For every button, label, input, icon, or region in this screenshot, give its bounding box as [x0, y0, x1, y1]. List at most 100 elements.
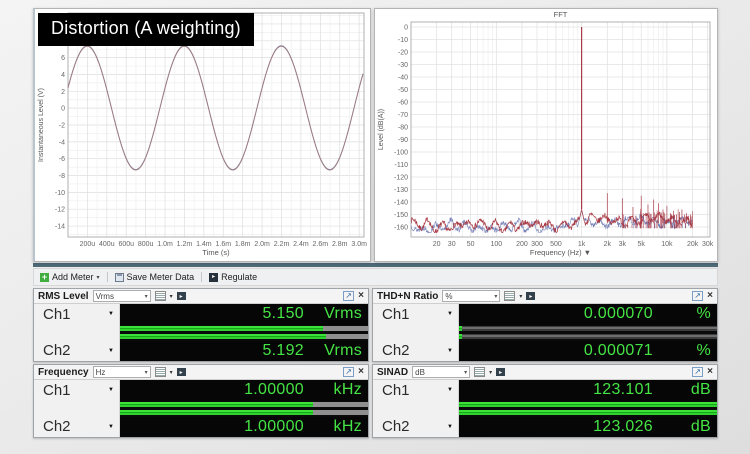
meter-value: 5.192: [262, 342, 304, 360]
svg-text:-40: -40: [398, 75, 408, 82]
svg-text:200u: 200u: [80, 241, 96, 248]
chevron-down-icon: ▾: [170, 369, 173, 376]
chevron-down-icon: ▼: [108, 424, 114, 430]
meter-settings-icon[interactable]: ▸: [177, 292, 186, 300]
svg-text:2.2m: 2.2m: [274, 241, 290, 248]
window-splitter[interactable]: [33, 263, 718, 267]
svg-text:-12: -12: [55, 207, 65, 214]
svg-text:1k: 1k: [578, 241, 586, 248]
ch1-level-bar: [459, 326, 717, 331]
chevron-down-icon: ▾: [145, 369, 148, 376]
popout-icon[interactable]: ↗: [343, 367, 354, 377]
add-meter-button[interactable]: + Add Meter ▾: [38, 272, 102, 282]
channel-selector-ch1[interactable]: Ch1 ▼: [34, 304, 120, 325]
svg-text:200: 200: [516, 241, 528, 248]
meter-header: SINAD dB ▾ ▾ ▸ ↗ ×: [373, 365, 717, 380]
meter-value: 5.150: [262, 305, 304, 323]
unit-selector-value: dB: [415, 368, 425, 377]
popout-icon[interactable]: ↗: [692, 367, 703, 377]
meter-unit: %: [653, 305, 711, 323]
meter-display-options-icon[interactable]: [474, 367, 485, 377]
popout-icon[interactable]: ↗: [692, 291, 703, 301]
chevron-down-icon: ▾: [464, 369, 467, 376]
svg-text:Frequency (Hz) ▼: Frequency (Hz) ▼: [530, 248, 591, 257]
unit-selector[interactable]: Vrms ▾: [93, 290, 151, 302]
svg-text:800u: 800u: [138, 241, 154, 248]
svg-text:-100: -100: [394, 150, 408, 157]
meter-display-options-icon[interactable]: [504, 291, 515, 301]
fft-plot[interactable]: 0-10-20-30-40-50-60-70-80-90-100-110-120…: [375, 9, 717, 261]
close-icon[interactable]: ×: [707, 368, 713, 376]
svg-text:-160: -160: [394, 225, 408, 232]
channel-selector-ch2[interactable]: Ch2 ▼: [34, 341, 120, 362]
regulate-button[interactable]: ▸ Regulate: [207, 272, 259, 282]
close-icon[interactable]: ×: [358, 368, 364, 376]
plots-row: Distortion (A weighting) 1086420-2-4-6-8…: [33, 8, 718, 262]
chevron-down-icon: ▾: [494, 293, 497, 300]
chevron-down-icon: ▼: [447, 387, 453, 393]
unit-selector[interactable]: Hz ▾: [93, 366, 151, 378]
channel-selector-ch1[interactable]: Ch1 ▼: [373, 304, 459, 325]
svg-text:-8: -8: [59, 173, 65, 180]
meter-title: RMS Level: [38, 291, 89, 302]
meter-title: SINAD: [377, 367, 408, 378]
close-icon[interactable]: ×: [707, 292, 713, 300]
chevron-down-icon: ▼: [108, 348, 114, 354]
close-icon[interactable]: ×: [358, 292, 364, 300]
label-gap: [373, 325, 459, 341]
svg-text:-90: -90: [398, 137, 408, 144]
unit-selector-value: %: [445, 292, 452, 301]
analyzer-app: Distortion (A weighting) 1086420-2-4-6-8…: [33, 8, 718, 438]
svg-text:2: 2: [61, 89, 65, 96]
add-icon: +: [40, 273, 49, 282]
svg-text:600u: 600u: [118, 241, 134, 248]
svg-text:3.0m: 3.0m: [351, 241, 367, 248]
meter-body: Ch1 ▼ 5.150 Vrms Ch2 ▼: [34, 304, 368, 361]
meter-header: RMS Level Vrms ▾ ▾ ▸ ↗ ×: [34, 289, 368, 304]
svg-text:-4: -4: [59, 139, 65, 146]
channel-label: Ch2: [43, 418, 71, 435]
fft-plot-panel: 0-10-20-30-40-50-60-70-80-90-100-110-120…: [374, 8, 718, 262]
save-meter-data-button[interactable]: Save Meter Data: [113, 272, 197, 282]
meter-settings-icon[interactable]: ▸: [526, 292, 535, 300]
channel-selector-ch2[interactable]: Ch2 ▼: [34, 417, 120, 438]
meter-display-ch2: 5.192 Vrms: [120, 341, 368, 362]
meter-value: 123.101: [593, 381, 653, 399]
svg-text:-130: -130: [394, 187, 408, 194]
svg-text:1.0m: 1.0m: [157, 241, 173, 248]
ch2-level-bar: [459, 410, 717, 415]
meter-unit: %: [653, 342, 711, 360]
svg-text:0: 0: [61, 106, 65, 113]
unit-selector[interactable]: % ▾: [442, 290, 500, 302]
meter-settings-icon[interactable]: ▸: [496, 368, 505, 376]
channel-selector-ch1[interactable]: Ch1 ▼: [373, 380, 459, 401]
meter-unit: Vrms: [304, 305, 362, 323]
svg-text:Level (dB(A)): Level (dB(A)): [378, 109, 385, 150]
svg-text:-150: -150: [394, 212, 408, 219]
svg-text:FFT: FFT: [554, 10, 568, 19]
meter-display-options-icon[interactable]: [155, 367, 166, 377]
channel-label: Ch1: [382, 382, 410, 399]
popout-icon[interactable]: ↗: [343, 291, 354, 301]
channel-selector-ch2[interactable]: Ch2 ▼: [373, 341, 459, 362]
ch1-level-bar: [120, 326, 368, 331]
svg-text:30: 30: [448, 241, 456, 248]
chevron-down-icon: ▼: [108, 311, 114, 317]
save-icon: [115, 273, 124, 282]
channel-selector-ch2[interactable]: Ch2 ▼: [373, 417, 459, 438]
svg-text:-10: -10: [55, 190, 65, 197]
meter-panel-frequency: Frequency Hz ▾ ▾ ▸ ↗ × Ch1 ▼: [33, 364, 369, 438]
unit-selector-value: Hz: [96, 368, 106, 377]
meter-value: 1.00000: [244, 418, 304, 436]
channel-label: Ch2: [382, 418, 410, 435]
meters-grid: RMS Level Vrms ▾ ▾ ▸ ↗ × Ch1 ▼: [33, 288, 718, 438]
svg-text:-6: -6: [59, 156, 65, 163]
unit-selector[interactable]: dB ▾: [412, 366, 470, 378]
channel-selector-ch1[interactable]: Ch1 ▼: [34, 380, 120, 401]
svg-text:-70: -70: [398, 112, 408, 119]
scope-plot[interactable]: 1086420-2-4-6-8-10-12-14200u400u600u800u…: [35, 9, 369, 261]
meter-display-options-icon[interactable]: [155, 291, 166, 301]
svg-text:-140: -140: [394, 200, 408, 207]
svg-text:1.8m: 1.8m: [235, 241, 251, 248]
meter-settings-icon[interactable]: ▸: [177, 368, 186, 376]
